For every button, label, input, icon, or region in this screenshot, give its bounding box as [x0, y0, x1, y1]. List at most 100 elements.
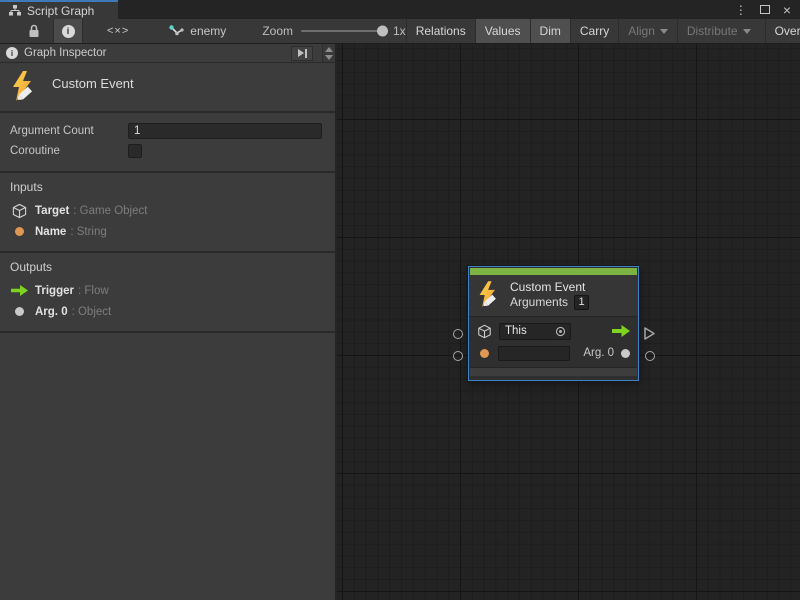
relations-label: Relations	[416, 24, 466, 38]
coroutine-checkbox[interactable]	[128, 144, 142, 158]
cube-icon	[10, 203, 28, 219]
chevron-down-icon	[660, 29, 668, 34]
chevron-down-icon	[743, 29, 751, 34]
input-row-name: Name : String	[10, 221, 325, 242]
overview-label: Overview	[775, 24, 800, 38]
maximize-icon[interactable]	[760, 5, 770, 14]
graph-hierarchy-icon	[9, 5, 21, 16]
input-port-name[interactable]	[453, 351, 463, 361]
input-row-target: Target : Game Object	[10, 200, 325, 221]
lock-icon[interactable]	[28, 19, 40, 43]
node-title-bar	[470, 268, 637, 275]
trigger-flow-arrow-icon[interactable]	[612, 325, 630, 337]
event-name-input[interactable]	[498, 346, 570, 361]
string-port-icon[interactable]	[480, 349, 489, 358]
event-header: Custom Event	[0, 63, 335, 111]
target-value: This	[505, 325, 555, 337]
script-graph-asset-icon	[169, 25, 184, 38]
custom-event-icon	[477, 281, 501, 309]
output-name: Trigger	[35, 285, 74, 297]
inputs-header: Inputs	[10, 180, 325, 194]
node-title: Custom Event	[510, 280, 589, 295]
tab-bar: Script Graph ⋮ ×	[0, 0, 800, 19]
overview-button[interactable]: Overview	[765, 19, 800, 43]
node-footer	[470, 367, 637, 376]
zoom-slider[interactable]	[301, 30, 385, 32]
scroll-up-icon[interactable]	[325, 47, 333, 52]
zoom-label: Zoom	[262, 24, 293, 38]
object-port-icon[interactable]	[621, 349, 630, 358]
coroutine-label: Coroutine	[10, 145, 128, 157]
zoom-slider-handle[interactable]	[377, 26, 388, 37]
output-type: : Object	[72, 306, 112, 318]
outputs-section: Outputs Trigger : Flow Arg. 0 : Object	[0, 253, 335, 331]
toolbar-buttons: Relations Values Dim Carry Align Distrib…	[406, 19, 800, 43]
align-dropdown[interactable]: Align	[618, 19, 677, 43]
arg0-label: Arg. 0	[583, 347, 614, 359]
relations-button[interactable]: Relations	[406, 19, 475, 43]
event-title: Custom Event	[52, 76, 134, 91]
carry-label: Carry	[580, 24, 609, 38]
carry-button[interactable]: Carry	[570, 19, 618, 43]
output-port-trigger[interactable]	[643, 326, 656, 346]
panel-scroll-spinner[interactable]	[322, 44, 335, 62]
object-picker-icon[interactable]	[555, 326, 566, 337]
node-arguments-row: Arguments 1	[510, 295, 589, 310]
node-header[interactable]: Custom Event Arguments 1	[469, 275, 638, 316]
input-port-target[interactable]	[453, 329, 463, 339]
dock-icon	[298, 49, 304, 57]
node-target-row: This	[477, 320, 630, 342]
arguments-value-field[interactable]: 1	[574, 295, 589, 310]
values-button[interactable]: Values	[475, 19, 530, 43]
node-body: This Arg. 0	[469, 316, 638, 367]
dim-label: Dim	[540, 24, 561, 38]
output-port-arg0[interactable]	[645, 351, 655, 361]
dock-icon-bar	[305, 49, 307, 58]
window-menu-icon[interactable]: ⋮	[735, 4, 747, 16]
custom-event-icon	[10, 71, 38, 103]
panel-empty-space	[0, 333, 335, 600]
graph-canvas[interactable]: Custom Event Arguments 1 This	[337, 44, 800, 600]
custom-event-node[interactable]: Custom Event Arguments 1 This	[468, 266, 639, 381]
argument-count-row: Argument Count	[10, 121, 322, 141]
graph-inspector-header: i Graph Inspector	[0, 44, 335, 63]
distribute-dropdown[interactable]: Distribute	[677, 19, 760, 43]
cube-icon	[477, 324, 492, 339]
graph-toolbar: i <×> enemy Zoom 1x Relations Values Dim…	[0, 19, 800, 44]
output-type: : Flow	[78, 285, 109, 297]
tab-title: Script Graph	[27, 4, 94, 18]
outputs-header: Outputs	[10, 260, 325, 274]
gray-dot-icon	[10, 307, 28, 316]
node-name-row: Arg. 0	[477, 342, 630, 364]
tab-script-graph[interactable]: Script Graph	[0, 0, 118, 19]
inspector-toggle-button[interactable]: i	[53, 19, 83, 43]
node-header-text: Custom Event Arguments 1	[510, 280, 589, 310]
green-arrow-icon	[10, 285, 28, 296]
graph-inspector-panel: i Graph Inspector	[0, 44, 337, 600]
info-icon: i	[6, 47, 18, 59]
close-icon[interactable]: ×	[783, 3, 791, 17]
input-type: : String	[70, 226, 106, 238]
target-object-selector[interactable]: This	[499, 323, 571, 340]
info-icon: i	[62, 25, 75, 38]
toolbar-left-group: i <×>	[0, 19, 129, 43]
inputs-section: Inputs Target : Game Object Name : Strin…	[0, 173, 335, 251]
inspector-title: Graph Inspector	[24, 47, 106, 59]
window-controls: ⋮ ×	[735, 0, 800, 19]
dock-panel-button[interactable]	[291, 46, 313, 61]
values-label: Values	[485, 24, 521, 38]
graph-breadcrumb[interactable]: enemy	[169, 19, 226, 43]
main-area: i Graph Inspector	[0, 44, 800, 600]
scroll-down-icon[interactable]	[325, 55, 333, 60]
output-row-trigger: Trigger : Flow	[10, 280, 325, 301]
argument-count-label: Argument Count	[10, 125, 128, 137]
dim-button[interactable]: Dim	[530, 19, 570, 43]
generated-code-icon[interactable]: <×>	[107, 25, 129, 37]
zoom-value: 1x	[393, 24, 406, 38]
argument-count-input[interactable]	[128, 123, 322, 139]
orange-dot-icon	[10, 227, 28, 236]
output-name: Arg. 0	[35, 306, 68, 318]
zoom-control: Zoom 1x	[262, 19, 405, 43]
align-label: Align	[628, 24, 655, 38]
event-fields: Argument Count Coroutine	[0, 113, 335, 171]
